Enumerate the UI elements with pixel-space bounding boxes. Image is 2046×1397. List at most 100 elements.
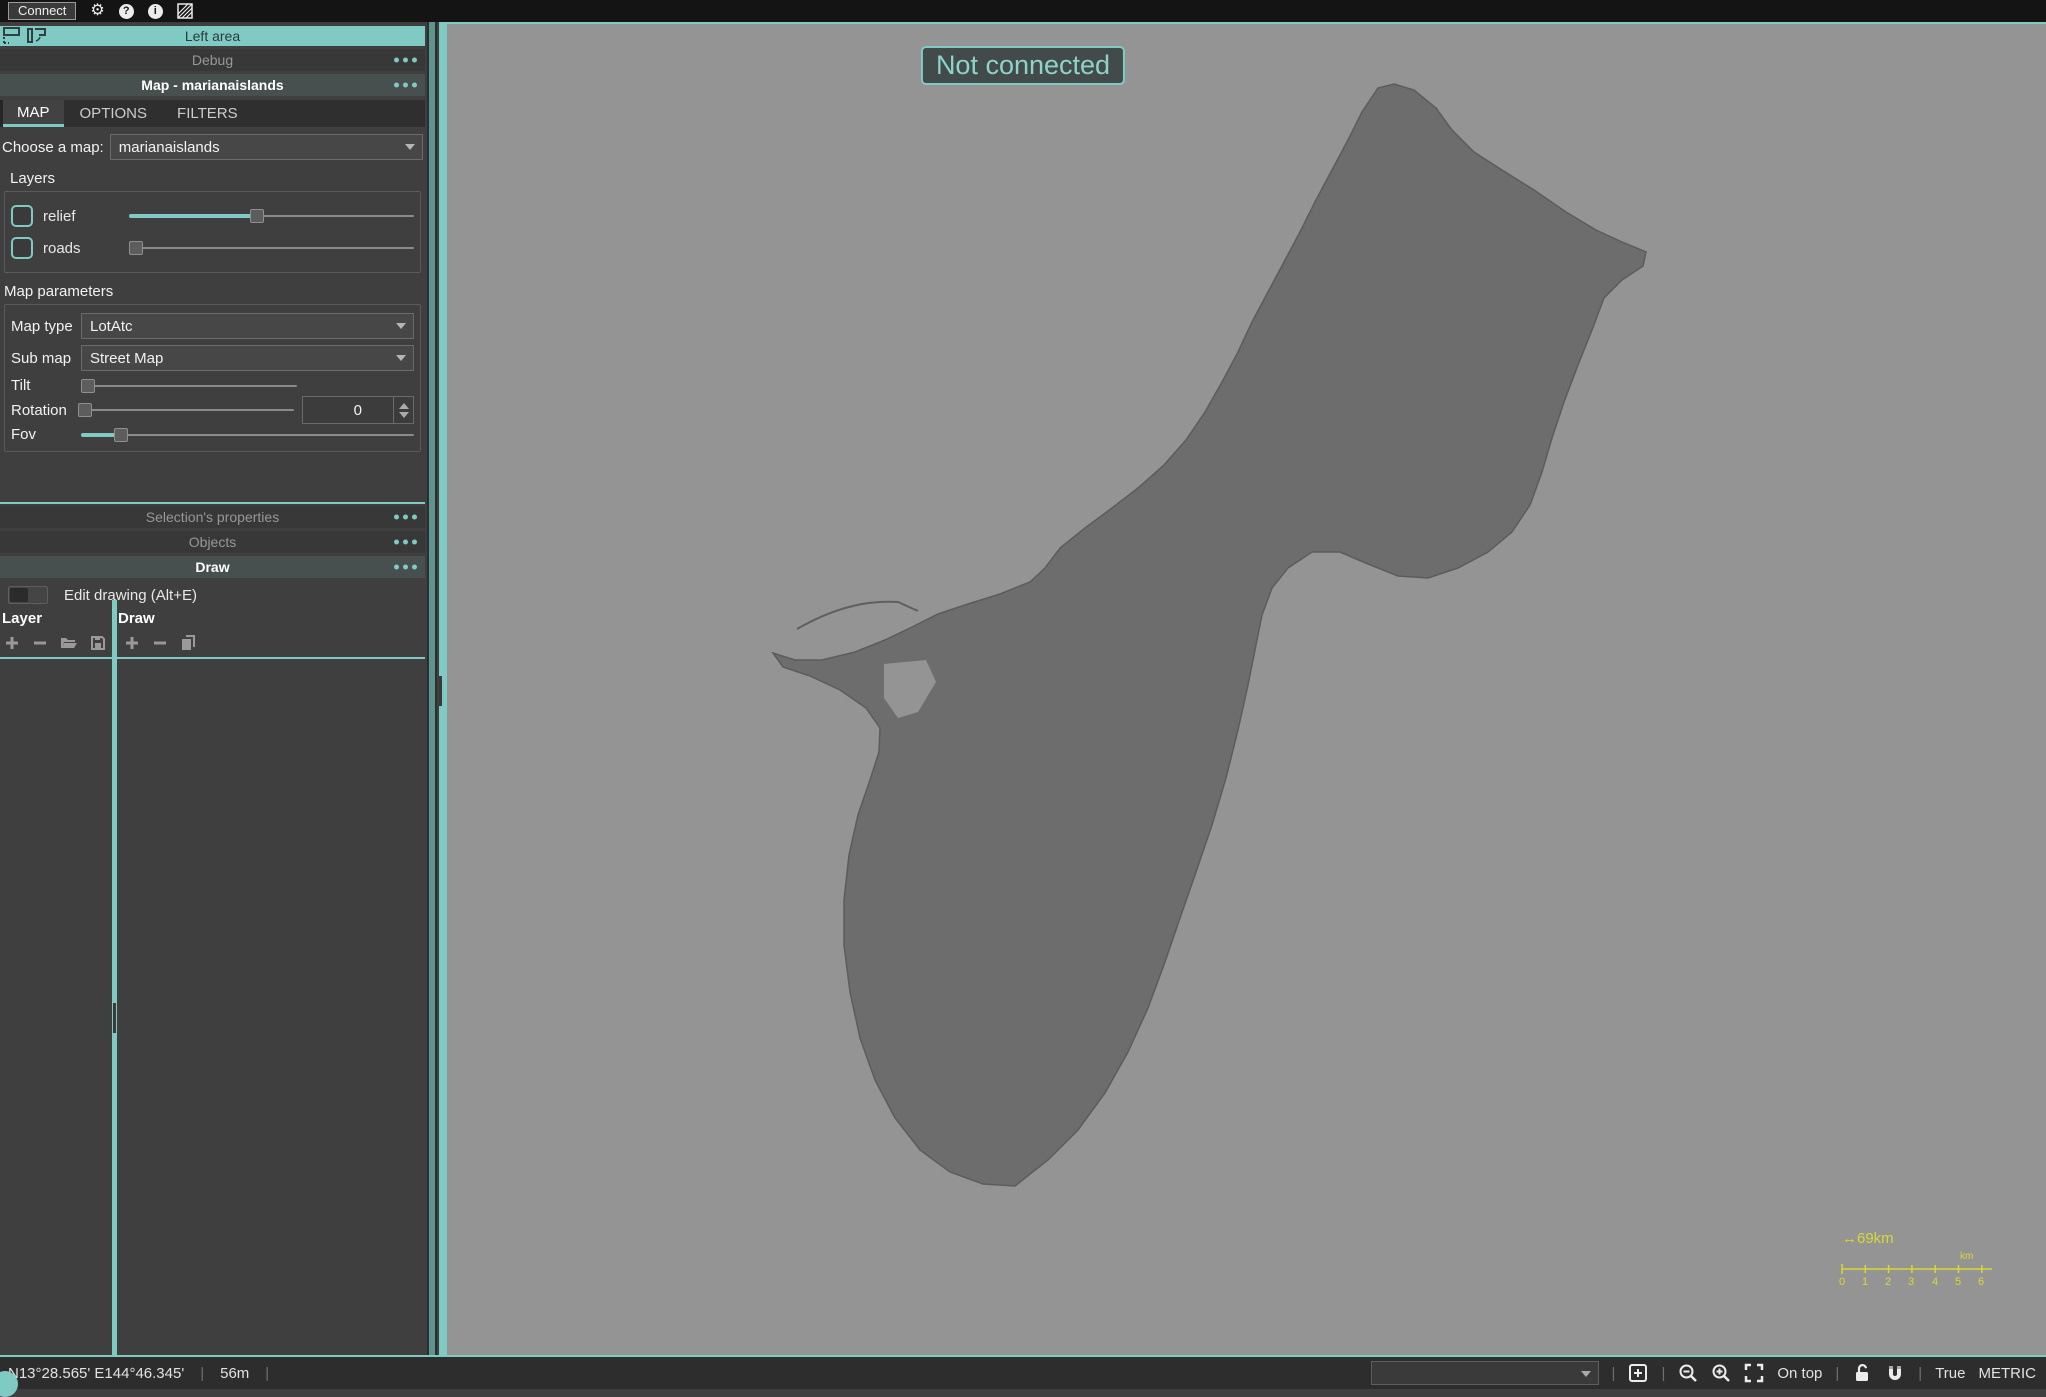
sub-map-dropdown[interactable]: Street Map	[81, 345, 414, 371]
add-panel-icon[interactable]	[1628, 1363, 1648, 1383]
selection-properties-title: Selection's properties	[146, 509, 279, 525]
harbor-breakwater	[797, 602, 918, 629]
separator: |	[1612, 1365, 1616, 1382]
relief-checkbox[interactable]	[11, 205, 33, 227]
edit-drawing-label: Edit drawing (Alt+E)	[64, 587, 197, 604]
separator: |	[1661, 1365, 1665, 1382]
objects-menu-dots-icon[interactable]	[394, 540, 417, 545]
relief-label: relief	[43, 208, 129, 225]
scale-unit-label: km	[1960, 1251, 1973, 1262]
rotation-label: Rotation	[11, 402, 78, 419]
list-column-splitter[interactable]	[112, 600, 117, 1355]
section-map-header[interactable]: Map - marianaislands	[0, 74, 425, 96]
objects-title: Objects	[189, 534, 236, 550]
settings-gear-icon[interactable]: ⚙	[90, 3, 104, 19]
tilt-slider[interactable]	[81, 378, 297, 394]
connect-button[interactable]: Connect	[8, 2, 76, 20]
guam-island	[773, 84, 1646, 1186]
guam-map	[447, 24, 2046, 1355]
panel-scrollbar[interactable]	[427, 22, 437, 1355]
tilt-label: Tilt	[11, 377, 81, 394]
on-top-label[interactable]: On top	[1777, 1365, 1822, 1382]
sub-map-label: Sub map	[11, 350, 81, 367]
fov-label: Fov	[11, 426, 81, 443]
units-label[interactable]: METRIC	[1979, 1365, 2037, 1382]
chevron-down-icon	[1581, 1371, 1591, 1377]
left-area-title: Left area	[185, 28, 240, 44]
layer-row-roads: roads	[11, 232, 414, 264]
zoom-in-icon[interactable]	[1711, 1363, 1731, 1383]
map-type-dropdown[interactable]: LotAtc	[81, 313, 414, 339]
choose-map-label: Choose a map:	[2, 139, 104, 156]
chevron-down-icon	[396, 355, 406, 361]
roads-checkbox[interactable]	[11, 237, 33, 259]
map-menu-dots-icon[interactable]	[394, 83, 417, 88]
choose-map-row: Choose a map: marianaislands	[2, 134, 425, 160]
debug-menu-dots-icon[interactable]	[394, 58, 417, 63]
section-draw[interactable]: Draw	[0, 556, 425, 578]
map-viewport[interactable]	[447, 22, 2046, 1355]
status-bar: N13°28.565' E144°46.345' | 56m | | |	[0, 1355, 2046, 1389]
help-icon[interactable]: ?	[119, 4, 134, 19]
relief-opacity-slider[interactable]	[129, 208, 414, 224]
layers-group: relief roads	[4, 191, 421, 273]
tab-map[interactable]: MAP	[3, 100, 64, 127]
cursor-elevation: 56m	[220, 1365, 249, 1382]
fov-slider[interactable]	[81, 427, 414, 443]
selection-menu-dots-icon[interactable]	[394, 515, 417, 520]
scale-tick: 2	[1885, 1276, 1891, 1288]
map-scale-widget: ↔69km km 0 1 2 3 4 5 6	[1836, 1230, 2006, 1294]
panel-map-splitter[interactable]	[439, 22, 447, 1355]
fullscreen-icon[interactable]	[1744, 1363, 1764, 1383]
scale-tick: 3	[1908, 1276, 1914, 1288]
info-icon[interactable]: i	[148, 4, 163, 19]
choose-map-dropdown[interactable]: marianaislands	[110, 134, 423, 160]
map-tabs: MAP OPTIONS FILTERS	[0, 100, 425, 127]
left-area-header[interactable]: Left area	[0, 26, 425, 46]
rotation-spinbox[interactable]: 0	[302, 396, 414, 424]
chevron-down-icon	[396, 323, 406, 329]
top-toolbar: Connect ⚙ ? i	[0, 0, 2046, 22]
zoom-out-icon[interactable]	[1678, 1363, 1698, 1383]
scale-tick: 6	[1978, 1276, 1984, 1288]
scale-tick: 4	[1932, 1276, 1938, 1288]
roads-opacity-slider[interactable]	[129, 240, 414, 256]
rotation-slider[interactable]	[78, 402, 294, 418]
section-selection-properties[interactable]: Selection's properties	[0, 506, 425, 528]
undock-panel-icon[interactable]	[27, 27, 46, 47]
draw-menu-dots-icon[interactable]	[394, 565, 417, 570]
section-objects[interactable]: Objects	[0, 531, 425, 553]
dock-panel-icon[interactable]	[2, 27, 21, 47]
debug-title: Debug	[192, 52, 233, 68]
section-debug[interactable]: Debug	[0, 49, 425, 71]
sub-map-value: Street Map	[90, 350, 163, 367]
separator: |	[265, 1365, 269, 1382]
magnet-icon[interactable]	[1885, 1363, 1905, 1383]
layer-row-relief: relief	[11, 200, 414, 232]
section-separator	[0, 502, 425, 504]
separator: |	[1835, 1365, 1839, 1382]
texture-hatch-icon[interactable]	[177, 3, 193, 19]
unlock-icon[interactable]	[1852, 1363, 1872, 1383]
scale-tick: 5	[1955, 1276, 1961, 1288]
left-panel: Left area Debug Map - marianaislands MAP…	[0, 22, 447, 1355]
spinbox-arrows-icon[interactable]	[393, 397, 413, 423]
separator: |	[200, 1365, 204, 1382]
map-width-label: ↔69km	[1842, 1230, 2006, 1247]
layer-list[interactable]	[0, 602, 112, 1355]
scale-tick: 1	[1862, 1276, 1868, 1288]
map-parameters-group: Map type LotAtc Sub map Street Map Tilt	[4, 304, 421, 452]
map-parameters-title: Map parameters	[4, 283, 425, 300]
tab-filters[interactable]: FILTERS	[163, 100, 252, 127]
rotation-value: 0	[354, 402, 362, 419]
draw-title: Draw	[195, 559, 229, 575]
not-connected-badge: Not connected	[921, 46, 1125, 85]
cursor-coordinates: N13°28.565' E144°46.345'	[8, 1365, 184, 1382]
true-heading-label[interactable]: True	[1935, 1365, 1965, 1382]
roads-label: roads	[43, 240, 129, 257]
scale-ruler: km 0 1 2 3 4 5 6	[1836, 1247, 2006, 1289]
map-type-label: Map type	[11, 318, 81, 335]
tab-options[interactable]: OPTIONS	[66, 100, 162, 127]
draw-list[interactable]	[118, 602, 425, 1355]
status-dropdown[interactable]	[1371, 1361, 1599, 1385]
